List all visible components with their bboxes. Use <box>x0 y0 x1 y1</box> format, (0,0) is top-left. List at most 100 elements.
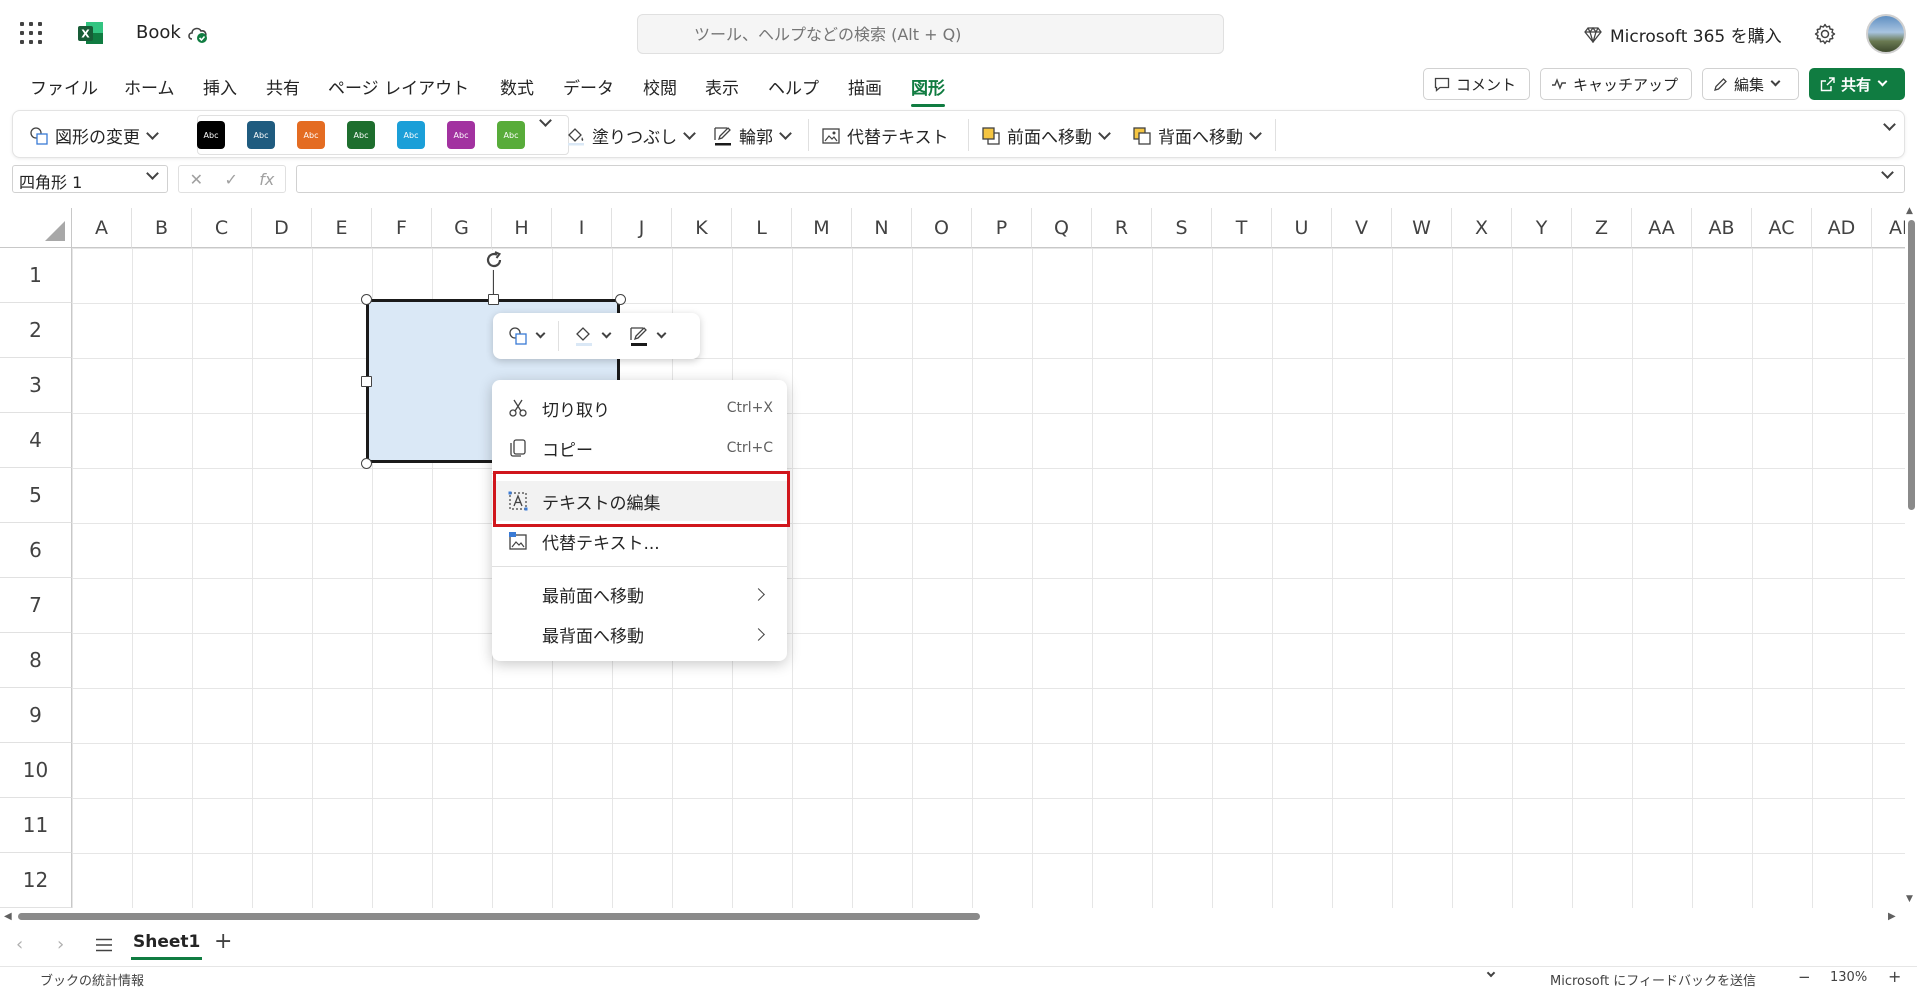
column-header[interactable]: W <box>1392 208 1452 248</box>
column-header[interactable]: M <box>792 208 852 248</box>
styles-expand-button[interactable] <box>539 114 552 127</box>
tab-home[interactable]: ホーム <box>124 74 175 99</box>
column-header[interactable]: U <box>1272 208 1332 248</box>
column-header[interactable]: D <box>252 208 312 248</box>
fill-button[interactable]: 塗りつぶし <box>566 123 697 148</box>
search-input[interactable] <box>638 15 1223 53</box>
select-all-button[interactable] <box>0 208 72 248</box>
tab-shape-format[interactable]: 図形 <box>911 74 945 107</box>
zoom-out-button[interactable]: − <box>1798 968 1811 986</box>
resize-handle-top[interactable] <box>488 294 499 305</box>
scroll-up-icon[interactable]: ▲ <box>1906 206 1913 216</box>
horizontal-scroll-thumb[interactable] <box>18 913 980 920</box>
scroll-right-icon[interactable]: ▶ <box>1888 911 1896 922</box>
document-title[interactable]: Book <box>136 22 181 43</box>
column-header[interactable]: AC <box>1752 208 1812 248</box>
gear-icon[interactable] <box>1813 22 1837 46</box>
column-header[interactable]: Q <box>1032 208 1092 248</box>
column-header[interactable]: A <box>72 208 132 248</box>
column-header[interactable]: B <box>132 208 192 248</box>
column-header[interactable]: F <box>372 208 432 248</box>
change-shape-button[interactable]: 図形の変更 <box>29 123 159 148</box>
shape-style-2[interactable]: Abc <box>247 121 275 149</box>
scroll-left-icon[interactable]: ◀ <box>4 911 12 922</box>
search-box[interactable] <box>637 14 1224 54</box>
row-header[interactable]: 4 <box>0 413 72 468</box>
vertical-scroll-thumb[interactable] <box>1908 220 1915 510</box>
row-header[interactable]: 1 <box>0 248 72 303</box>
column-header[interactable]: E <box>312 208 372 248</box>
comment-button[interactable]: コメント <box>1423 68 1530 100</box>
row-header[interactable]: 3 <box>0 358 72 413</box>
column-header[interactable]: X <box>1452 208 1512 248</box>
sheet-tab-sheet1[interactable]: Sheet1 <box>130 932 203 960</box>
column-header[interactable]: O <box>912 208 972 248</box>
row-header[interactable]: 6 <box>0 523 72 578</box>
zoom-level[interactable]: 130% <box>1830 970 1867 985</box>
column-header[interactable]: AB <box>1692 208 1752 248</box>
row-header[interactable]: 10 <box>0 743 72 798</box>
column-header[interactable]: P <box>972 208 1032 248</box>
sheet-next-icon[interactable]: › <box>57 934 64 955</box>
column-header[interactable]: I <box>552 208 612 248</box>
edit-mode-button[interactable]: 編集 <box>1702 68 1799 100</box>
column-header[interactable]: G <box>432 208 492 248</box>
shape-style-4[interactable]: Abc <box>347 121 375 149</box>
row-header[interactable]: 7 <box>0 578 72 633</box>
row-header[interactable]: 5 <box>0 468 72 523</box>
column-header[interactable]: S <box>1152 208 1212 248</box>
send-backward-button[interactable]: 背面へ移動 <box>1132 123 1262 148</box>
tab-page-layout[interactable]: ページ レイアウト <box>328 74 469 99</box>
share-button[interactable]: 共有 <box>1809 68 1905 100</box>
column-header[interactable]: H <box>492 208 552 248</box>
menu-item-cut[interactable]: 切り取り Ctrl+X <box>492 388 787 428</box>
scroll-down-icon[interactable]: ▼ <box>1906 894 1913 904</box>
shape-style-5[interactable]: Abc <box>397 121 425 149</box>
tab-share[interactable]: 共有 <box>266 74 300 99</box>
column-header[interactable]: C <box>192 208 252 248</box>
row-header[interactable]: 2 <box>0 303 72 358</box>
shape-style-1[interactable]: Abc <box>197 121 225 149</box>
shape-style-6[interactable]: Abc <box>447 121 475 149</box>
horizontal-scrollbar[interactable]: ◀ ▶ <box>0 908 1905 924</box>
row-header[interactable]: 8 <box>0 633 72 688</box>
menu-item-copy[interactable]: コピー Ctrl+C <box>492 428 787 468</box>
bring-forward-button[interactable]: 前面へ移動 <box>981 123 1111 148</box>
vertical-scrollbar[interactable]: ▲ ▼ <box>1905 206 1917 908</box>
row-header[interactable]: 9 <box>0 688 72 743</box>
resize-handle-top-left[interactable] <box>361 294 372 305</box>
cancel-icon[interactable]: ✕ <box>190 170 203 189</box>
menu-item-bring-to-front[interactable]: 最前面へ移動 <box>492 574 787 614</box>
all-sheets-icon[interactable] <box>95 938 113 952</box>
buy-microsoft-365-button[interactable]: Microsoft 365 を購入 <box>1584 22 1782 47</box>
check-icon[interactable]: ✓ <box>224 170 237 189</box>
resize-handle-left[interactable] <box>361 376 372 387</box>
column-header[interactable]: L <box>732 208 792 248</box>
column-header[interactable]: Z <box>1572 208 1632 248</box>
outline-button[interactable]: 輪郭 <box>713 123 792 148</box>
app-launcher-icon[interactable] <box>20 22 42 44</box>
feedback-link[interactable]: Microsoft にフィードバックを送信 <box>1550 970 1756 988</box>
avatar[interactable] <box>1866 14 1906 54</box>
zoom-in-button[interactable]: + <box>1888 967 1901 986</box>
column-header[interactable]: T <box>1212 208 1272 248</box>
sheet-prev-icon[interactable]: ‹ <box>16 934 23 955</box>
column-header[interactable]: Y <box>1512 208 1572 248</box>
mini-fill-button[interactable] <box>559 313 624 359</box>
alt-text-button[interactable]: 代替テキスト <box>821 123 949 148</box>
menu-item-send-to-back[interactable]: 最背面へ移動 <box>492 614 787 654</box>
chevron-down-icon[interactable] <box>1881 166 1894 179</box>
column-header[interactable]: V <box>1332 208 1392 248</box>
menu-item-alt-text[interactable]: 代替テキスト... <box>492 521 787 561</box>
tab-formulas[interactable]: 数式 <box>500 74 534 99</box>
shape-style-3[interactable]: Abc <box>297 121 325 149</box>
insert-function-button[interactable]: fx <box>259 170 274 189</box>
name-box[interactable]: 四角形 1 <box>12 165 168 193</box>
column-header[interactable]: R <box>1092 208 1152 248</box>
mini-change-shape-button[interactable] <box>493 313 558 359</box>
tab-data[interactable]: データ <box>563 74 614 99</box>
tab-help[interactable]: ヘルプ <box>768 74 819 99</box>
column-header[interactable]: AD <box>1812 208 1872 248</box>
tab-insert[interactable]: 挿入 <box>203 74 237 99</box>
cloud-saved-icon[interactable] <box>186 24 210 44</box>
